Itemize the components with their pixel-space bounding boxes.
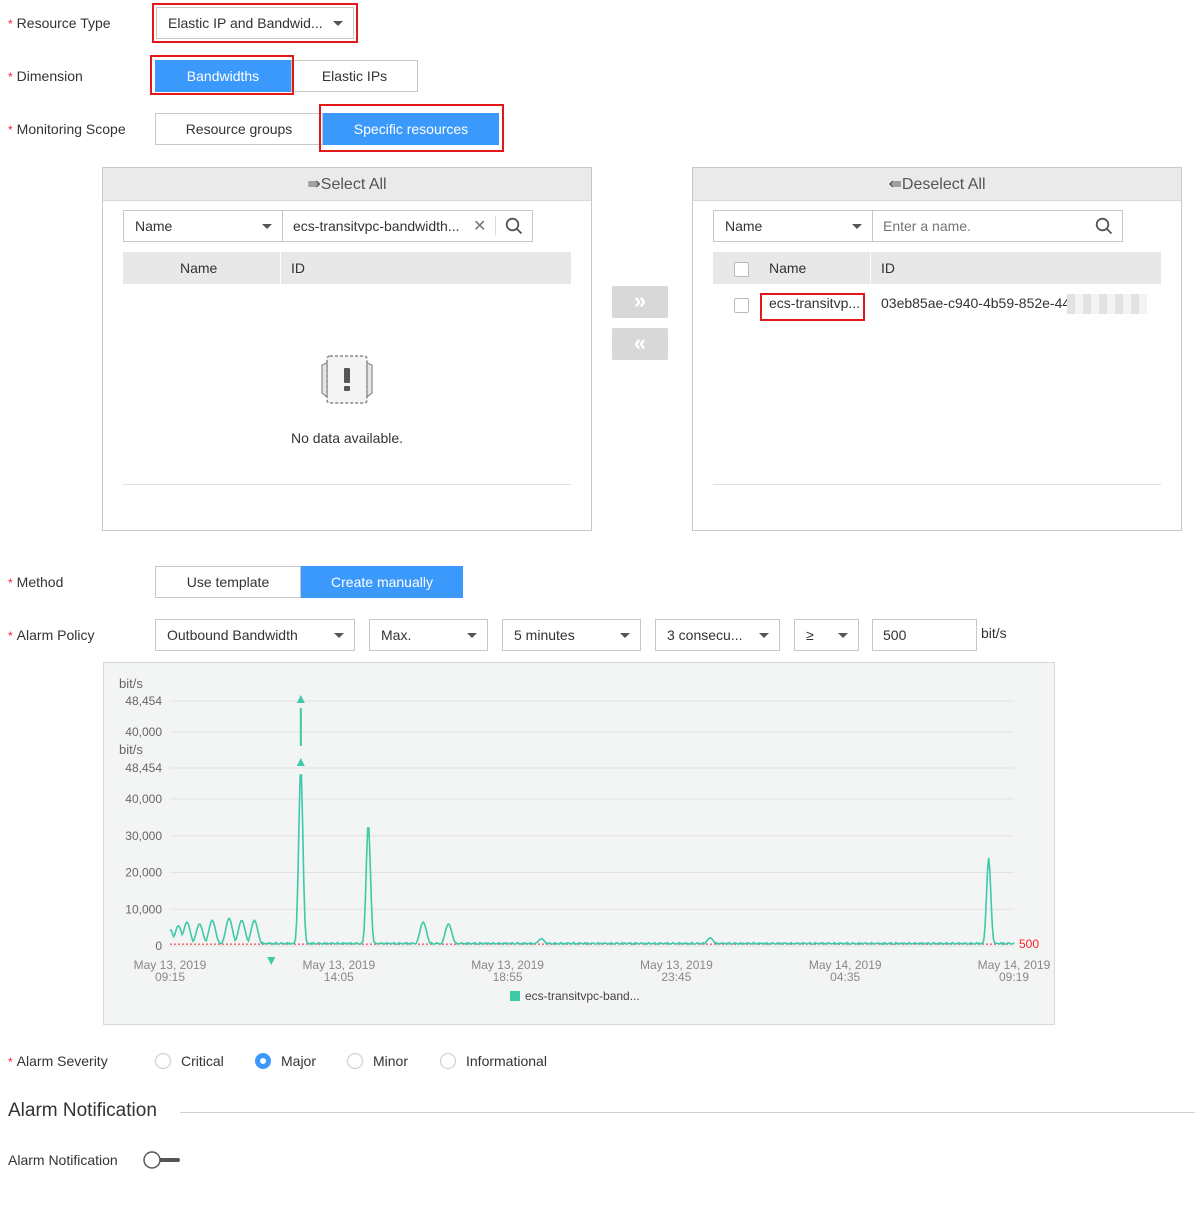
x-tick-time: 14:05 — [324, 970, 354, 984]
chevron-down-icon — [759, 633, 769, 638]
alarm-notification-toggle[interactable] — [143, 1151, 181, 1169]
y-tick-label: 20,000 — [125, 866, 162, 880]
right-filter-field-select[interactable]: Name — [713, 210, 873, 242]
chevron-down-icon — [467, 633, 477, 638]
series-line — [169, 774, 1015, 946]
y-tick-label: 0 — [155, 939, 162, 953]
scope-specific-resources-button[interactable]: Specific resources — [323, 113, 499, 145]
dimension-label: * Dimension — [8, 68, 83, 84]
dimension-bandwidths-button[interactable]: Bandwidths — [155, 60, 291, 92]
y-axis-unit: bit/s — [119, 742, 143, 757]
method-label: * Method — [8, 574, 64, 590]
search-icon[interactable] — [505, 217, 523, 235]
available-resources-panel: ⇛Select All Name ecs-transitvpc-bandwidt… — [102, 167, 592, 531]
y-tick-label: 30,000 — [125, 829, 162, 843]
scope-resource-groups-button[interactable]: Resource groups — [155, 113, 323, 145]
row-id: 03eb85ae-c940-4b59-852e-44 — [881, 295, 1071, 311]
x-tick-time: 09:19 — [999, 970, 1029, 984]
chevron-down-icon — [852, 224, 862, 229]
left-table-header: Name ID — [123, 252, 571, 284]
threshold-unit: bit/s — [981, 625, 1007, 641]
move-left-button[interactable]: « — [612, 328, 668, 360]
x-tick-time: 09:15 — [155, 970, 185, 984]
severity-critical-label: Critical — [181, 1053, 224, 1069]
min-marker — [267, 957, 276, 965]
chevron-down-icon — [333, 21, 343, 26]
severity-minor-radio[interactable] — [347, 1053, 363, 1069]
clear-icon[interactable]: ✕ — [473, 216, 486, 236]
monitoring-scope-label: * Monitoring Scope — [8, 121, 126, 137]
deselect-all-button[interactable]: ⇚Deselect All — [693, 168, 1181, 201]
y-tick-label: 10,000 — [125, 902, 162, 916]
x-tick-time: 18:55 — [493, 970, 523, 984]
statistic-select[interactable]: Max. — [369, 619, 488, 651]
metric-chart-svg: 48,454 40,000 bit/s bit/s 0 10,000 20,000 30,0… — [119, 676, 1051, 1003]
no-data-icon — [321, 355, 373, 404]
metric-select[interactable]: Outbound Bandwidth — [155, 619, 355, 651]
alarm-severity-label: * Alarm Severity — [8, 1053, 108, 1069]
search-icon[interactable] — [1095, 217, 1113, 235]
legend-label: ecs-transitvpc-band... — [525, 989, 640, 1003]
right-search-input[interactable] — [872, 210, 1123, 242]
chevron-down-icon — [262, 224, 272, 229]
upper-tick-label: 48,454 — [125, 694, 162, 708]
period-select[interactable]: 5 minutes — [502, 619, 641, 651]
severity-informational-label: Informational — [466, 1053, 547, 1069]
blurred-region — [1067, 294, 1147, 314]
section-title: Alarm Notification — [8, 1100, 157, 1121]
method-use-template-button[interactable]: Use template — [155, 566, 301, 598]
left-filter-field-select[interactable]: Name — [123, 210, 283, 242]
metric-chart: 48,454 40,000 bit/s bit/s 0 10,000 20,000 30,0… — [103, 662, 1055, 1025]
max-marker — [296, 758, 305, 766]
row-name: ecs-transitvp... — [769, 295, 861, 311]
severity-critical-radio[interactable] — [155, 1053, 171, 1069]
select-all-button[interactable]: ⇛Select All — [103, 168, 591, 201]
severity-major-label: Major — [281, 1053, 317, 1069]
severity-major-radio[interactable] — [255, 1053, 271, 1069]
x-tick-time: 04:35 — [830, 970, 860, 984]
severity-minor-label: Minor — [373, 1053, 409, 1069]
method-create-manually-button[interactable]: Create manually — [301, 566, 463, 598]
chevron-down-icon — [838, 633, 848, 638]
max-marker-upper — [296, 695, 305, 703]
chevron-down-icon — [334, 633, 344, 638]
x-tick-time: 23:45 — [661, 970, 691, 984]
row-checkbox[interactable] — [734, 298, 749, 313]
resource-type-select[interactable]: Elastic IP and Bandwid... — [156, 7, 354, 39]
no-data-text: No data available. — [290, 430, 404, 446]
alarm-notification-label: Alarm Notification — [8, 1152, 118, 1168]
legend-swatch — [510, 991, 520, 1001]
threshold-input[interactable]: 500 — [872, 619, 977, 651]
chevron-down-icon — [620, 633, 630, 638]
severity-informational-radio[interactable] — [440, 1053, 456, 1069]
y-tick-label: 40,000 — [125, 792, 162, 806]
y-tick-label: 48,454 — [125, 761, 162, 775]
dimension-elastic-ips-button[interactable]: Elastic IPs — [291, 60, 418, 92]
section-divider — [180, 1112, 1195, 1113]
table-row[interactable]: ecs-transitvp... 03eb85ae-c940-4b59-852e… — [713, 288, 1161, 324]
move-right-button[interactable]: » — [612, 286, 668, 318]
resource-type-label: * Resource Type — [8, 15, 111, 31]
consecutive-periods-select[interactable]: 3 consecu... — [655, 619, 780, 651]
upper-axis-unit: bit/s — [119, 676, 143, 691]
threshold-label: 500 — [1019, 937, 1039, 951]
alarm-policy-label: * Alarm Policy — [8, 627, 95, 643]
operator-select[interactable]: ≥ — [794, 619, 859, 651]
selected-resources-panel: ⇚Deselect All Name Name ID ecs-transitvp… — [692, 167, 1182, 531]
right-table-header: Name ID — [713, 252, 1161, 284]
upper-tick-label: 40,000 — [125, 725, 162, 739]
select-all-checkbox[interactable] — [734, 262, 749, 277]
